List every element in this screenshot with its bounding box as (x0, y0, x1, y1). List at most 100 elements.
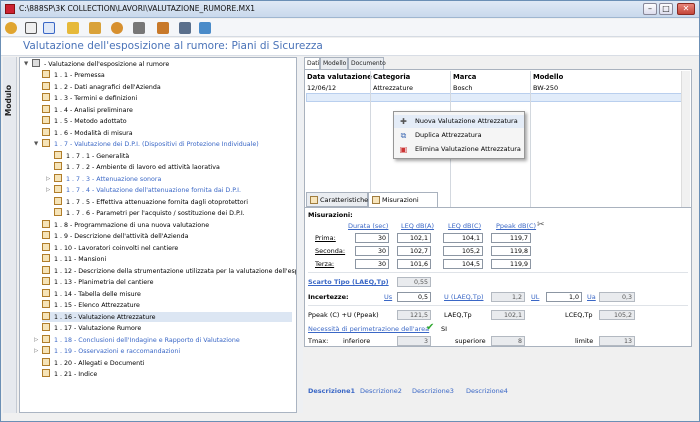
tree-item[interactable]: 1 . 8 - Programmazione di una nuova valu… (42, 219, 209, 230)
tree-root[interactable]: - Valutazione dell'esposizione al rumore (32, 59, 169, 69)
leq-a-seconda-field[interactable]: 102,7 (397, 246, 431, 256)
column-header-modello[interactable]: Modello (533, 73, 563, 81)
minimize-button[interactable]: – (643, 3, 657, 15)
column-header-marca[interactable]: Marca (453, 73, 476, 81)
cell-data[interactable]: 12/06/12 (307, 84, 336, 92)
ua-label[interactable]: Ua (587, 293, 596, 301)
tree-item[interactable]: 1 . 6 - Modalità di misura (42, 127, 133, 138)
ppeak-seconda-field[interactable]: 119,8 (491, 246, 531, 256)
ul-label[interactable]: UL (531, 293, 539, 301)
tree-item[interactable]: 1 . 10 - Lavoratori coinvolti nel cantie… (42, 242, 178, 253)
tree-item[interactable]: 1 . 16 - Valutazione Attrezzature (42, 311, 292, 322)
durata-seconda-field[interactable]: 30 (355, 246, 389, 256)
close-button[interactable]: ✕ (677, 3, 695, 15)
tree-item[interactable]: 1 . 18 - Conclusioni dell'Indagine e Rap… (42, 334, 240, 345)
collapse-icon[interactable]: ▼ (34, 141, 38, 147)
tree-item[interactable]: 1 . 3 - Termini e definizioni (42, 93, 137, 103)
menu-item-new[interactable]: ✚ Nuova Valutazione Attrezzatura (394, 115, 524, 128)
save-icon[interactable] (179, 22, 191, 34)
tree-item[interactable]: 1 . 12 - Descrizione della strumentazion… (42, 265, 296, 276)
us-label[interactable]: Us (384, 293, 392, 301)
leq-a-prima-field[interactable]: 102,1 (397, 233, 431, 243)
settings-icon[interactable] (111, 22, 123, 34)
column-header-categoria[interactable]: Categoria (373, 73, 410, 81)
scarto-tipo-label[interactable]: Scarto Tipo (LAEQ,Tp) (308, 278, 389, 286)
tree-item[interactable]: 1 . 19 - Osservazioni e raccomandazioni (42, 346, 180, 356)
tree-item[interactable]: 1 . 7 . 6 - Parametri per l'acquisto / s… (54, 208, 245, 218)
export-icon[interactable] (43, 22, 55, 34)
tab-descrizione3[interactable]: Descrizione3 (412, 387, 454, 395)
cell-marca[interactable]: Bosch (453, 84, 473, 92)
tree-item[interactable]: 1 . 15 - Elenco Attrezzature (42, 300, 140, 310)
tab-caratteristiche[interactable]: Caratteristiche (306, 192, 368, 207)
sidebar-label: Modulo (4, 85, 13, 117)
refresh-icon[interactable] (199, 22, 211, 34)
tab-descrizione4[interactable]: Descrizione4 (466, 387, 508, 395)
tab-descrizione2[interactable]: Descrizione2 (360, 387, 402, 395)
tree-item[interactable]: 1 . 7 . 2 - Ambiente di lavoro ed attivi… (54, 162, 220, 172)
header-ppeak[interactable]: Ppeak dB(C) (496, 222, 536, 230)
tab-descrizione1[interactable]: Descrizione1 (308, 387, 355, 395)
copy-icon[interactable] (157, 22, 169, 34)
ppeak-prima-field[interactable]: 119,7 (491, 233, 531, 243)
expand-icon[interactable]: ▷ (34, 348, 38, 354)
tree-item[interactable]: 1 . 14 - Tabella delle misure (42, 288, 141, 299)
splitter[interactable] (298, 57, 303, 413)
durata-prima-field[interactable]: 30 (355, 233, 389, 243)
grid-vertical-scrollbar[interactable] (681, 71, 690, 227)
document-tree[interactable]: ▼ - Valutazione dell'esposizione al rumo… (19, 57, 297, 413)
tree-item[interactable]: 1 . 5 - Metodo adottato (42, 116, 127, 126)
tools-icon[interactable]: ✂ (537, 220, 545, 230)
ppeak-terza-field[interactable]: 119,9 (491, 259, 531, 269)
tree-item-label: 1 . 5 - Metodo adottato (54, 118, 127, 125)
tab-modello[interactable]: Modello (320, 57, 348, 69)
durata-terza-field[interactable]: 30 (355, 259, 389, 269)
tree-item[interactable]: 1 . 9 - Descrizione dell'attività dell'A… (42, 231, 189, 241)
header-leq-c[interactable]: LEQ dB(C) (448, 222, 481, 230)
tree-item[interactable]: 1 . 4 - Analisi preliminare (42, 104, 133, 115)
tools-icon[interactable] (133, 22, 145, 34)
tree-item[interactable]: 1 . 2 - Dati anagrafici dell'Azienda (42, 81, 161, 92)
divider (308, 272, 688, 273)
expand-icon[interactable]: ▷ (46, 176, 50, 182)
header-durata[interactable]: Durata (sec) (348, 222, 388, 230)
cell-categoria[interactable]: Attrezzature (373, 84, 413, 92)
cell-modello[interactable]: BW-250 (533, 84, 558, 92)
home-icon[interactable] (5, 22, 17, 34)
archive-icon[interactable] (89, 22, 101, 34)
tree-item[interactable]: 1 . 17 - Valutazione Rumore (42, 323, 141, 333)
tree-item[interactable]: 1 . 20 - Allegati e Documenti (42, 357, 144, 368)
column-header-data[interactable]: Data valutazione (307, 73, 372, 81)
tree-item[interactable]: 1 . 7 . 5 - Effettiva attenuazione forni… (54, 196, 248, 207)
tree-item[interactable]: 1 . 13 - Planimetria del cantiere (42, 277, 153, 287)
perimetrazione-label[interactable]: Necessità di perimetrazione dell'area (308, 325, 429, 333)
header-leq-a[interactable]: LEQ dB(A) (401, 222, 434, 230)
exit-icon[interactable] (25, 22, 37, 34)
expand-icon[interactable]: ▷ (34, 337, 38, 343)
maximize-button[interactable]: □ (659, 3, 673, 15)
tree-item[interactable]: 1 . 21 - Indice (42, 369, 97, 379)
leq-c-seconda-field[interactable]: 105,2 (443, 246, 483, 256)
tree-item[interactable]: 1 . 7 . 1 - Generalità (54, 150, 129, 161)
menu-item-duplicate[interactable]: ⧉ Duplica Attrezzatura (394, 129, 524, 142)
ul-field[interactable]: 1,0 (546, 292, 582, 302)
open-folder-icon[interactable] (67, 22, 79, 34)
tab-documento[interactable]: Documento (348, 57, 386, 69)
leq-a-terza-field[interactable]: 101,6 (397, 259, 431, 269)
menu-item-delete[interactable]: ▣ Elimina Valutazione Attrezzatura (394, 143, 524, 156)
u-laeq-label[interactable]: U (LAEQ,Tp) (444, 293, 484, 301)
tree-item[interactable]: 1 . 7 . 4 - Valutazione dell'attenuazion… (54, 185, 241, 195)
leq-c-terza-field[interactable]: 104,5 (443, 259, 483, 269)
tree-item[interactable]: 1 . 11 - Mansioni (42, 254, 106, 264)
superiore-field: 8 (491, 336, 525, 346)
module-sidebar[interactable]: Modulo (3, 57, 17, 413)
tree-item[interactable]: 1 . 1 - Premessa (42, 70, 105, 80)
leq-c-prima-field[interactable]: 104,1 (443, 233, 483, 243)
collapse-icon[interactable]: ▼ (24, 61, 28, 67)
selected-empty-row[interactable] (306, 93, 682, 102)
tab-misurazioni[interactable]: Misurazioni rumore (368, 192, 438, 218)
tree-item[interactable]: 1 . 7 - Valutazione dei D.P.I. (Disposit… (42, 139, 259, 149)
us-field[interactable]: 0,5 (397, 292, 431, 302)
expand-icon[interactable]: ▷ (46, 187, 50, 193)
tree-item[interactable]: 1 . 7 . 3 - Attenuazione sonora (54, 173, 161, 184)
